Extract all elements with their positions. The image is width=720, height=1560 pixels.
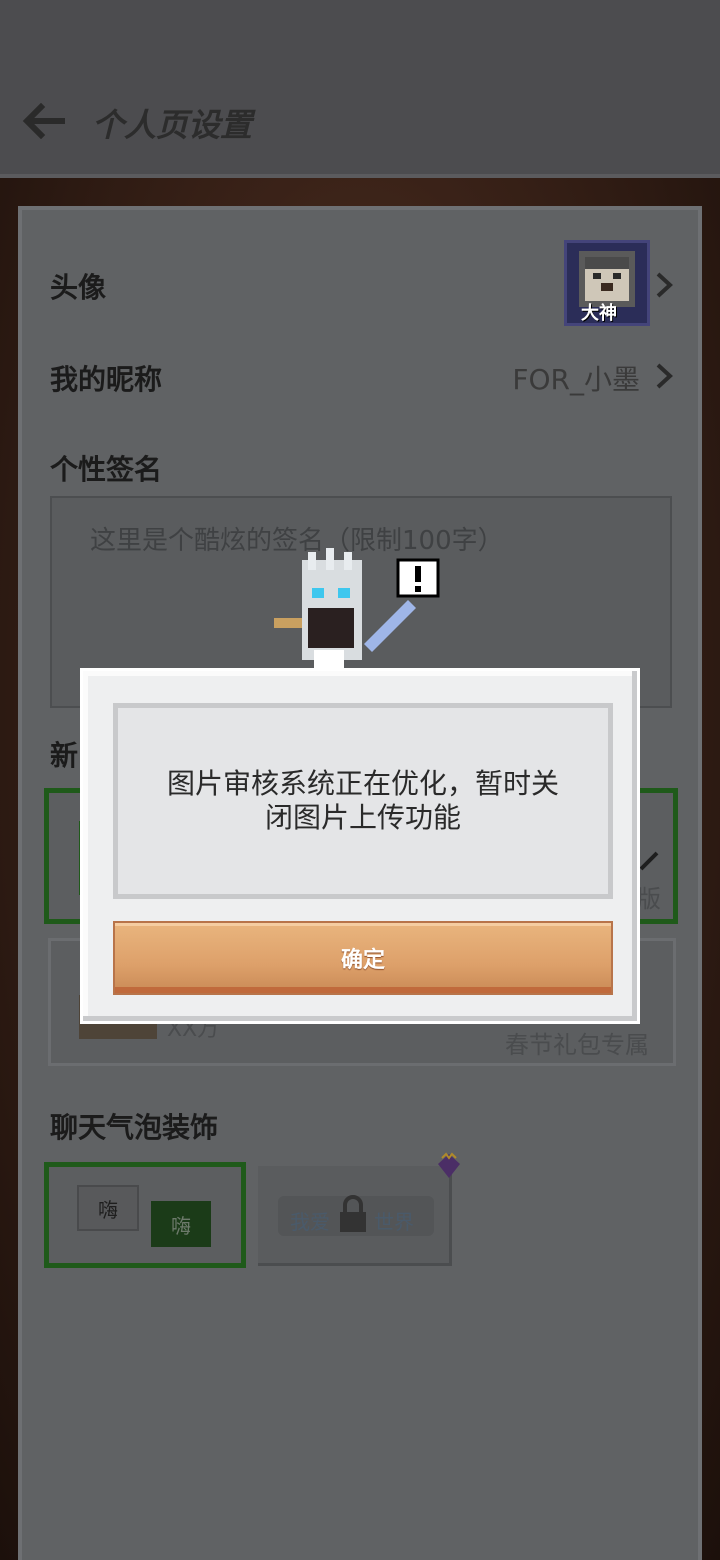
bubble-left-preview: 嗨 [77, 1185, 139, 1231]
avatar-label: 头像 [50, 271, 107, 304]
signature-label: 个性签名 [50, 453, 163, 486]
chevron-right-icon [656, 363, 673, 389]
dialog-message-box: 图片审核系统正在优化，暂时关闭图片上传功能 [113, 703, 613, 899]
cover-card2-tag: 春节礼包专属 [505, 1031, 649, 1059]
avatar-badge: 大神 [581, 303, 617, 324]
lock-icon [340, 1195, 366, 1232]
dialog-message: 图片审核系统正在优化，暂时关闭图片上传功能 [166, 767, 559, 834]
nickname-value[interactable]: FOR_小墨 [460, 358, 640, 398]
cover-card-text: 版 [637, 885, 661, 913]
avatar[interactable]: 大神 [564, 240, 650, 326]
bubble-option-default[interactable]: 嗨 嗨 [44, 1162, 246, 1268]
bubble-section-label: 聊天气泡装饰 [50, 1111, 219, 1144]
gem-icon [438, 1152, 460, 1178]
header-bar: 个人页设置 [0, 0, 720, 178]
bubble2-text-right: 世界 [374, 1210, 414, 1234]
chevron-right-icon [656, 272, 673, 298]
confirm-button-label: 确定 [340, 948, 385, 973]
bubble-right-preview: 嗨 [151, 1201, 211, 1247]
confirm-button[interactable]: 确定 [113, 921, 613, 995]
upload-disabled-dialog: 图片审核系统正在优化，暂时关闭图片上传功能 确定 [80, 668, 640, 1024]
edit-icon [639, 851, 659, 871]
cover-section-label: 新 [50, 739, 79, 772]
nickname-label: 我的昵称 [50, 363, 163, 396]
back-arrow-icon [22, 103, 65, 139]
bubble2-text-left: 我爱 [290, 1210, 330, 1234]
bubble-option-locked[interactable]: 我爱 世界 [258, 1166, 452, 1266]
page-title: 个人页设置 [92, 106, 253, 144]
back-button[interactable] [18, 96, 70, 146]
mascot-icon [274, 548, 440, 672]
